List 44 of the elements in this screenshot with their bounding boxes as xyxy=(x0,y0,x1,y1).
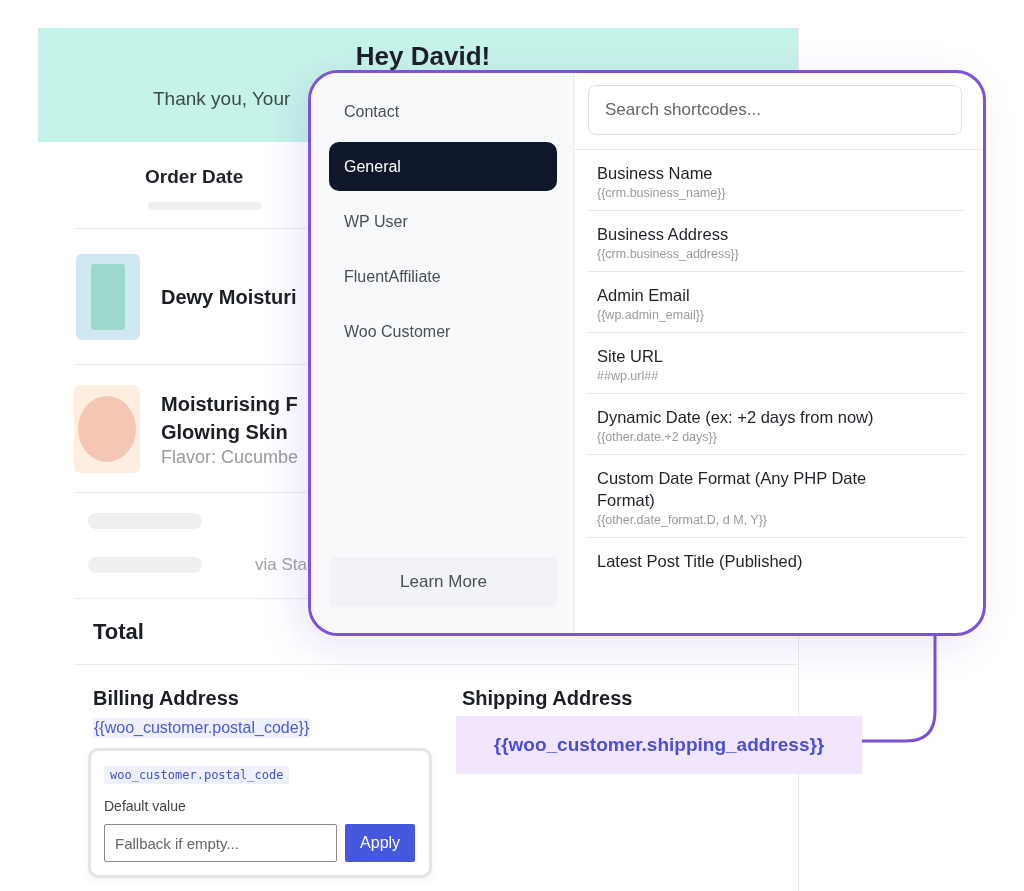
payment-note: via Sta xyxy=(255,555,307,575)
shortcode-title: Site URL xyxy=(597,346,665,367)
thank-you-text: Thank you, Your xyxy=(153,88,291,110)
shortcode-item[interactable]: Site URL ##wp.url## xyxy=(587,333,965,394)
category-item[interactable]: WP User xyxy=(329,197,557,246)
shortcode-tag[interactable]: {{woo_customer.postal_code}} xyxy=(93,718,311,738)
address-heading: Billing Address xyxy=(93,687,240,710)
shortcode-code: {{crm.business_name}} xyxy=(597,186,727,200)
shortcode-code: {{other.date.+2 days}} xyxy=(597,430,718,444)
shortcode-title: Latest Post Title (Published) xyxy=(597,551,804,572)
apply-button[interactable]: Apply xyxy=(345,824,415,862)
learn-more-button[interactable]: Learn More xyxy=(330,557,557,607)
category-item[interactable]: Woo Customer xyxy=(329,307,557,356)
shortcode-item[interactable]: Latest Post Title (Published) xyxy=(587,538,965,582)
shortcode-code: {{crm.business_address}} xyxy=(597,247,740,261)
shortcode-item[interactable]: Business Address {{crm.business_address}} xyxy=(587,211,965,272)
shortcode-tag: woo_customer.postal_code xyxy=(104,766,290,784)
category-item[interactable]: General xyxy=(329,142,557,191)
search-field[interactable]: Search shortcodes... xyxy=(588,85,962,135)
order-date-label: Order Date xyxy=(145,166,245,188)
shortcode-title: Admin Email xyxy=(597,285,691,306)
shortcode-item[interactable]: Dynamic Date (ex: +2 days from now) {{other.date.+2 days}} xyxy=(587,394,965,455)
field-label: Default value xyxy=(104,798,187,814)
product-variant: Flavor: Cucumbe xyxy=(161,446,299,468)
shortcode-block[interactable]: {{woo_customer.shipping_address}} xyxy=(456,716,862,774)
shortcode-code: {{wp.admin_email}} xyxy=(597,308,706,322)
shortcode-title: Custom Date Format (Any PHP Date Format) xyxy=(597,468,868,511)
greeting-heading: Hey David! xyxy=(355,43,491,69)
total-label: Total xyxy=(93,619,145,645)
shortcode-title: Business Name xyxy=(597,163,714,184)
shortcode-code: {{other.date_format.D, d M, Y}} xyxy=(597,513,769,527)
product-name: Moisturising F xyxy=(161,391,299,417)
product-name: Glowing Skin xyxy=(161,419,289,445)
shortcode-title: Business Address xyxy=(597,224,730,245)
product-name: Dewy Moisturi xyxy=(161,284,297,310)
shortcode-item[interactable]: Admin Email {{wp.admin_email}} xyxy=(587,272,965,333)
shortcode-code: ##wp.url## xyxy=(597,369,660,383)
category-item[interactable]: Contact xyxy=(329,87,557,136)
shortcode-title: Dynamic Date (ex: +2 days from now) xyxy=(597,407,875,428)
shortcode-item[interactable]: Business Name {{crm.business_name}} xyxy=(587,150,965,211)
address-heading: Shipping Address xyxy=(461,687,634,710)
fallback-input[interactable]: Fallback if empty... xyxy=(104,824,338,862)
category-item[interactable]: FluentAffiliate xyxy=(329,252,557,301)
shortcode-item[interactable]: Custom Date Format (Any PHP Date Format) {{other.date_format.D, d M, Y}} xyxy=(587,455,965,538)
